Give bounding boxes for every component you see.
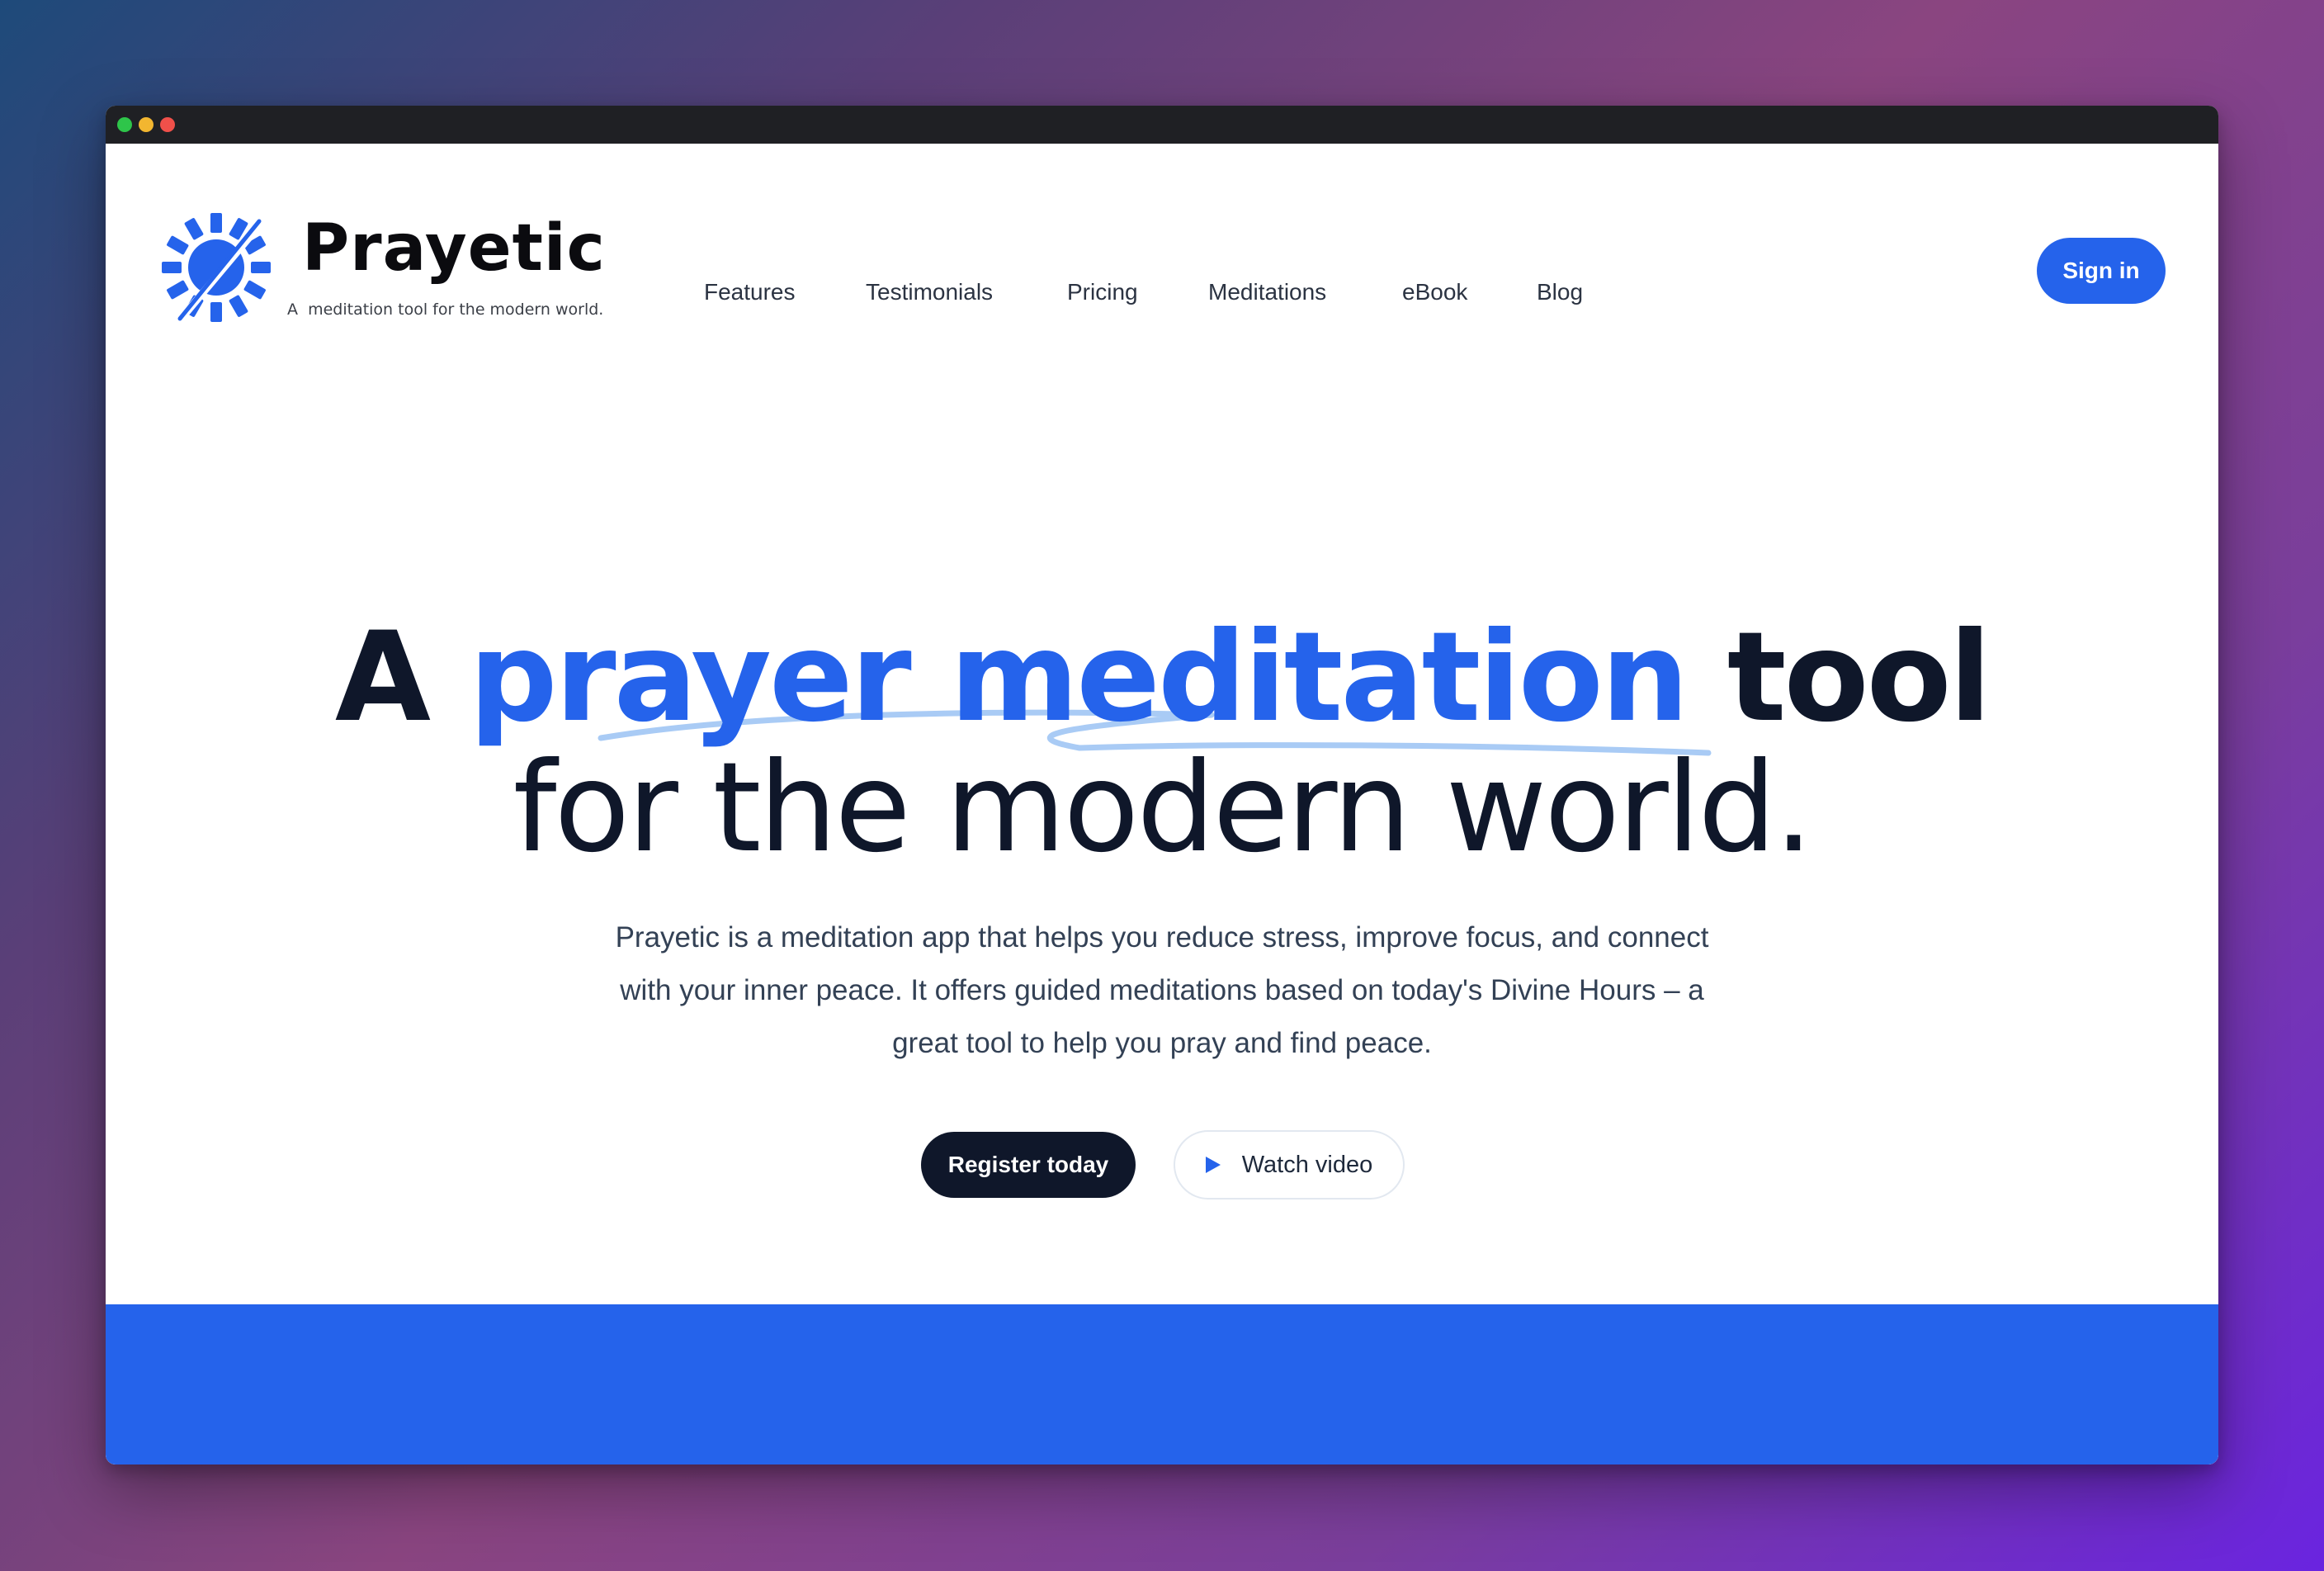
browser-window: Prayetic A meditation tool for the moder… (106, 106, 2218, 1465)
blue-section-band (106, 1304, 2218, 1465)
window-maximize-button[interactable] (117, 117, 132, 132)
navbar: Prayetic A meditation tool for the moder… (106, 144, 2218, 325)
sign-in-button[interactable]: Sign in (2037, 238, 2166, 304)
hero-title-line1: A prayer meditation tool (106, 616, 2218, 740)
brand-name[interactable]: Prayetic (302, 216, 606, 281)
nav-link-blog[interactable]: Blog (1537, 281, 1583, 304)
nav-link-pricing[interactable]: Pricing (1067, 281, 1138, 304)
window-minimize-button[interactable] (139, 117, 154, 132)
hero-title-prefix: A (334, 606, 431, 750)
hero-title-line2: for the modern world. (513, 736, 1814, 880)
nav-link-meditations[interactable]: Meditations (1208, 281, 1326, 304)
landing-page: Prayetic A meditation tool for the moder… (106, 144, 2218, 1465)
nav-link-features[interactable]: Features (704, 281, 796, 304)
sun-compass-logo-icon[interactable] (158, 210, 274, 325)
watch-video-label: Watch video (1241, 1151, 1373, 1178)
brand-tagline: A meditation tool for the modern world. (287, 300, 604, 319)
hero-title-highlight: prayer meditation (469, 606, 1689, 750)
window-titlebar (106, 106, 2218, 144)
window-close-button[interactable] (160, 117, 175, 132)
nav-link-ebook[interactable]: eBook (1402, 281, 1467, 304)
watch-video-button[interactable]: Watch video (1174, 1130, 1405, 1200)
nav-link-testimonials[interactable]: Testimonials (866, 281, 993, 304)
play-icon (1205, 1157, 1221, 1173)
hero-description: Prayetic is a meditation app that helps … (615, 921, 1709, 1059)
register-button[interactable]: Register today (921, 1132, 1136, 1198)
hero-title-suffix: tool (1726, 606, 1991, 750)
